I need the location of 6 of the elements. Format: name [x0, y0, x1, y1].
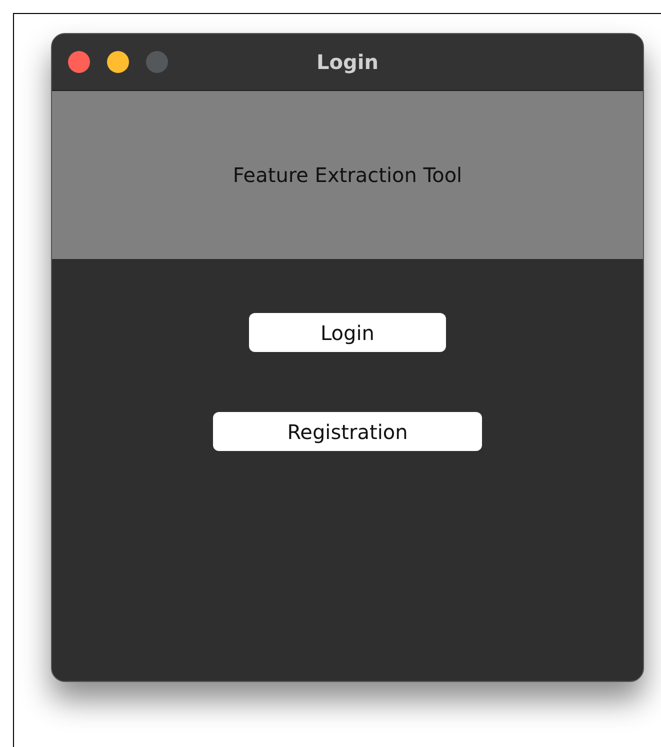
- minimize-button[interactable]: [107, 51, 129, 73]
- login-button[interactable]: Login: [249, 313, 446, 352]
- app-title: Feature Extraction Tool: [232, 163, 462, 187]
- window-title: Login: [316, 50, 378, 74]
- registration-button[interactable]: Registration: [213, 412, 482, 451]
- close-button[interactable]: [68, 51, 90, 73]
